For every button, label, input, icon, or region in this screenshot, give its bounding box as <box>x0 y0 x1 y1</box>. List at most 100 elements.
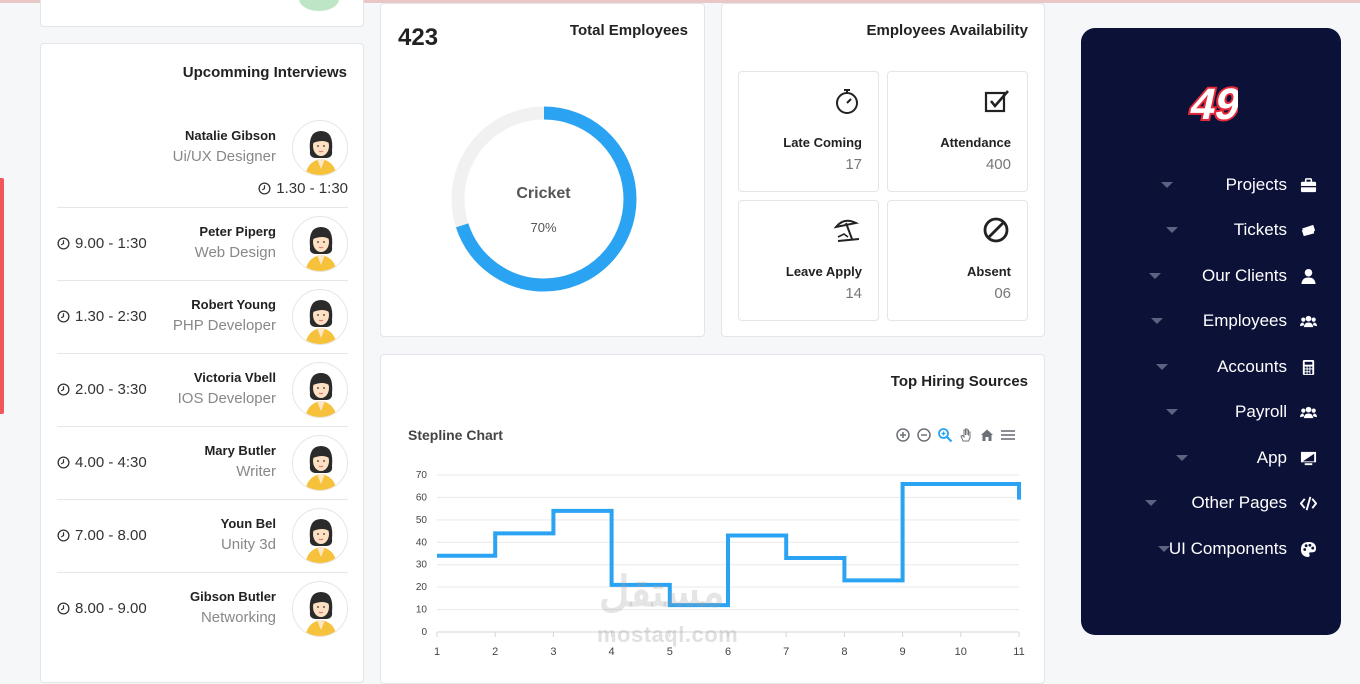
clock-icon <box>57 529 70 542</box>
sidebar-item-tickets[interactable]: Tickets <box>1234 215 1317 245</box>
users-icon <box>1299 312 1317 330</box>
avatar <box>292 216 348 272</box>
interview-row[interactable]: Victoria Vbell IOS Developer 2.00 - 3:30 <box>57 354 348 427</box>
x-tick-label: 3 <box>550 646 556 658</box>
sidebar-item-label: Accounts <box>1217 357 1287 376</box>
x-tick-label: 7 <box>783 646 789 658</box>
stopwatch-icon <box>836 89 858 114</box>
reset-home-icon[interactable] <box>979 427 995 443</box>
clock-icon <box>57 383 70 396</box>
clock-icon <box>57 456 70 469</box>
candidate-name: Gibson Butler <box>190 589 276 604</box>
chevron-down-icon[interactable] <box>1156 364 1168 370</box>
sidebar-item-label: Other Pages <box>1191 493 1287 512</box>
clock-icon <box>57 237 70 250</box>
chevron-down-icon[interactable] <box>1161 182 1173 188</box>
interview-time: 1.30 - 1:30 <box>258 180 348 197</box>
sidebar: 49 Projects Tickets Our Clients Employees Ac… <box>1081 28 1341 635</box>
y-tick-label: 30 <box>416 560 428 571</box>
candidate-role: Writer <box>236 463 276 480</box>
chevron-down-icon[interactable] <box>1145 500 1157 506</box>
interview-time-text: 4.00 - 4:30 <box>75 454 147 471</box>
y-tick-label: 40 <box>416 537 428 548</box>
users-icon <box>1299 403 1317 421</box>
interview-time-text: 1.30 - 2:30 <box>75 308 147 325</box>
tile-late-coming[interactable]: Late Coming 17 <box>738 71 879 192</box>
watermark-arabic: مستقل <box>599 568 725 615</box>
chevron-down-icon[interactable] <box>1176 455 1188 461</box>
tile-absent[interactable]: Absent 06 <box>887 200 1028 321</box>
candidate-role: Ui/UX Designer <box>172 148 276 165</box>
sidebar-item-payroll[interactable]: Payroll <box>1235 397 1317 427</box>
tile-attendance[interactable]: Attendance 400 <box>887 71 1028 192</box>
avatar <box>292 508 348 564</box>
interview-row[interactable]: Peter Piperg Web Design 9.00 - 1:30 <box>57 208 348 281</box>
y-tick-label: 0 <box>421 627 427 638</box>
tile-label: Late Coming <box>783 135 862 150</box>
employees-availability-card: Employees Availability Late Coming 17 At… <box>721 3 1045 337</box>
palette-icon <box>1299 540 1317 558</box>
zoom-in-icon[interactable] <box>895 427 911 443</box>
sidebar-item-employees[interactable]: Employees <box>1203 306 1317 336</box>
x-tick-label: 9 <box>900 646 906 658</box>
x-tick-label: 2 <box>492 646 498 658</box>
sidebar-item-app[interactable]: App <box>1257 443 1317 473</box>
donut-percent: 70% <box>530 220 557 235</box>
interview-row[interactable]: Youn Bel Unity 3d 7.00 - 8.00 <box>57 500 348 573</box>
sidebar-item-other-pages[interactable]: Other Pages <box>1192 488 1317 518</box>
candidate-name: Mary Butler <box>204 443 276 458</box>
clock-icon <box>258 182 271 195</box>
sidebar-item-projects[interactable]: Projects <box>1226 170 1317 200</box>
chevron-down-icon[interactable] <box>1149 273 1161 279</box>
brand-logo[interactable]: 49 <box>1184 73 1238 131</box>
zoom-select-icon[interactable] <box>937 427 953 443</box>
chevron-down-icon[interactable] <box>1166 227 1178 233</box>
sidebar-item-label: Our Clients <box>1201 266 1287 285</box>
logo-lettering: 49 <box>1186 80 1238 128</box>
clock-icon <box>57 310 70 323</box>
sidebar-item-ui-components[interactable]: UI Components <box>1169 534 1317 564</box>
tile-value: 06 <box>994 285 1011 302</box>
sidebar-item-our-clients[interactable]: Our Clients <box>1202 261 1317 291</box>
pan-icon[interactable] <box>958 427 974 443</box>
avatar-illustration <box>305 592 337 636</box>
chevron-down-icon[interactable] <box>1166 409 1178 415</box>
candidate-role: Unity 3d <box>220 536 276 553</box>
clock-icon <box>57 602 70 615</box>
candidate-role: PHP Developer <box>172 317 276 334</box>
interview-row[interactable]: Gibson Butler Networking 8.00 - 9.00 <box>57 573 348 646</box>
interview-time: 8.00 - 9.00 <box>57 600 147 617</box>
candidate-name: Victoria Vbell <box>193 370 276 385</box>
y-tick-label: 60 <box>416 492 428 503</box>
sidebar-item-label: App <box>1256 448 1287 467</box>
avatar <box>292 581 348 637</box>
total-employees-card: 423 Total Employees Cricket 70% <box>380 3 705 337</box>
interview-row[interactable]: Mary Butler Writer 4.00 - 4:30 <box>57 427 348 500</box>
interview-row[interactable]: Robert Young PHP Developer 1.30 - 2:30 <box>57 281 348 354</box>
chart-toolbar <box>895 427 1016 443</box>
sidebar-item-label: Payroll <box>1235 402 1287 421</box>
candidate-role: Networking <box>200 609 276 626</box>
donut-series-label: Cricket <box>516 185 571 202</box>
interview-time-text: 1.30 - 1:30 <box>276 180 348 197</box>
tile-leave-apply[interactable]: Leave Apply 14 <box>738 200 879 321</box>
candidate-name: Robert Young <box>191 297 276 312</box>
upcoming-interviews-card: Upcomming Interviews Natalie Gibson Ui/UX… <box>40 43 364 683</box>
candidate-role: Web Design <box>194 244 276 261</box>
scroll-indicator[interactable] <box>0 178 4 414</box>
employee-donut[interactable] <box>381 4 706 338</box>
zoom-out-icon[interactable] <box>916 427 932 443</box>
sidebar-item-accounts[interactable]: Accounts <box>1217 352 1317 382</box>
menu-icon[interactable] <box>1000 427 1016 443</box>
interview-time-text: 7.00 - 8.00 <box>75 527 147 544</box>
chevron-down-icon[interactable] <box>1151 318 1163 324</box>
sidebar-item-label: Projects <box>1225 175 1287 194</box>
ticket-icon <box>1299 221 1317 239</box>
tile-label: Absent <box>966 264 1011 279</box>
tile-value: 14 <box>845 285 862 302</box>
chart-blob <box>299 0 339 11</box>
interview-row[interactable]: Natalie Gibson Ui/UX Designer 1.30 - 1:30 <box>57 110 348 208</box>
interview-time: 1.30 - 2:30 <box>57 308 147 325</box>
chevron-down-icon[interactable] <box>1158 546 1170 552</box>
tile-value: 17 <box>845 156 862 173</box>
